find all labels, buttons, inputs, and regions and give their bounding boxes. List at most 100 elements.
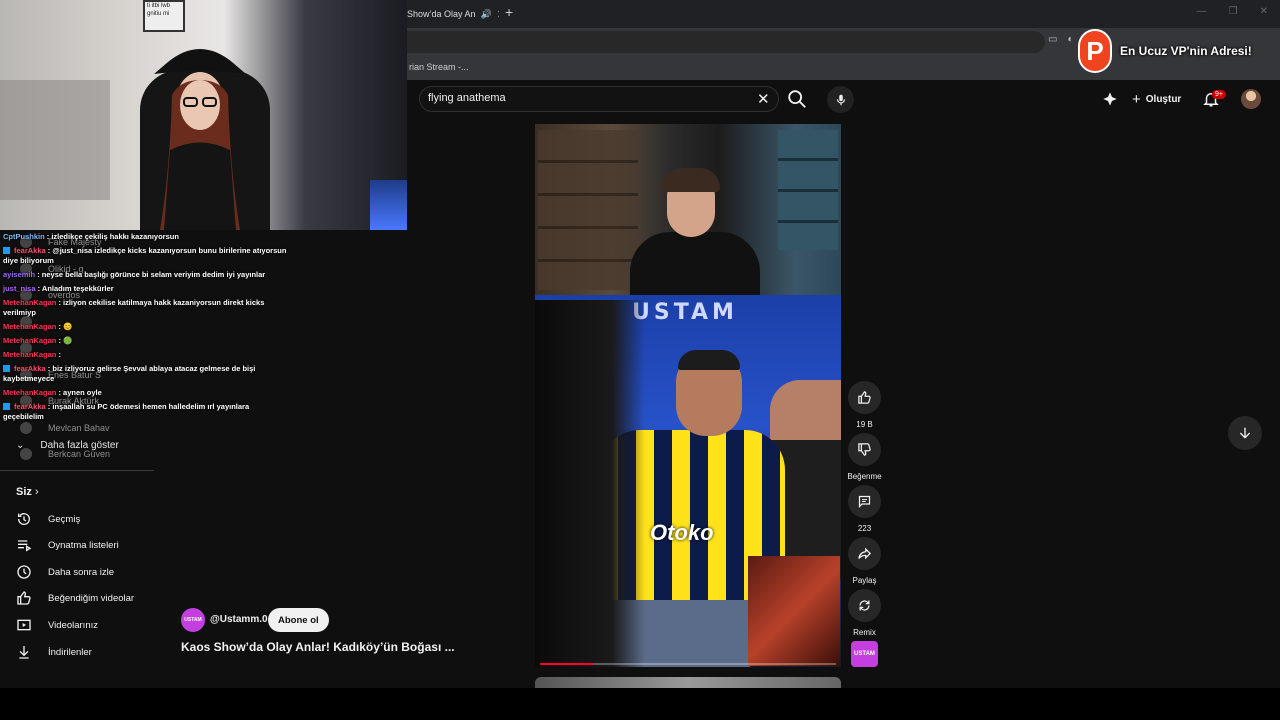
chat-username: ayisemih: [3, 270, 36, 279]
comments-button[interactable]: [848, 485, 881, 518]
channel-handle[interactable]: @Ustamm.0: [210, 614, 268, 625]
chat-username: MetehanKagan: [3, 298, 57, 307]
chat-text: : neyse bella başlığı görünce bi selam v…: [37, 270, 266, 279]
share-label: Paylaş: [852, 576, 877, 585]
vpn-ad-text: En Ucuz VP'nin Adresi!: [1120, 44, 1252, 58]
new-tab-icon[interactable]: +: [505, 4, 513, 20]
search-icon[interactable]: [786, 88, 808, 110]
subscribe-button[interactable]: Abone ol: [268, 608, 329, 632]
chat-text: : izledikçe çekiliş hakkı kazanıyorsun: [46, 232, 179, 241]
sidebar-item-label: Daha sonra izle: [48, 566, 115, 578]
video-shelf-left: [538, 130, 638, 290]
remix-action: Remix: [848, 589, 881, 637]
vpn-ad-logo: P: [1078, 29, 1112, 73]
omnibox[interactable]: [407, 31, 1045, 53]
video-streamer-body: [630, 232, 760, 295]
chat-message: just_nisa : Anladım teşekkürler: [0, 282, 292, 296]
like-action: 19 B: [848, 381, 881, 429]
mic-button[interactable]: [827, 86, 854, 113]
tab-close-icon[interactable]: ✕: [497, 8, 499, 21]
comment-action: 223: [848, 485, 881, 533]
webcam-frame-text: ti itbi lwb gnitiu mi: [147, 3, 171, 17]
chat-username: fearAkka: [14, 402, 46, 411]
chat-message: fearAkka : biz izliyoruz gelirse Şevval …: [0, 362, 292, 386]
sidebar-item-liked-videos[interactable]: Beğendiğim videolar: [16, 588, 166, 608]
chat-username: MetehanKagan: [3, 322, 57, 331]
chat-text: : Anladım teşekkürler: [37, 284, 114, 293]
maximize-icon[interactable]: ❐: [1229, 6, 1238, 17]
arrow-down-icon: [1239, 427, 1251, 439]
video-dark-figure: [535, 300, 645, 667]
chat-text: : 🟢: [58, 336, 73, 345]
dislike-label: Beğenme: [847, 472, 882, 481]
chevron-down-icon: ⌄: [16, 440, 25, 451]
video-man-hair: [678, 350, 740, 370]
browser-tabstrip: [407, 0, 1280, 28]
like-count: 19 B: [856, 420, 873, 429]
chat-username: MetehanKagan: [3, 336, 57, 345]
tab-audio-icon[interactable]: 🔊: [481, 9, 492, 20]
user-avatar[interactable]: [1241, 89, 1261, 109]
sidebar-item-label: Videolarınız: [48, 619, 98, 631]
create-button[interactable]: + Oluştur: [1132, 91, 1181, 108]
share-action: Paylaş: [848, 537, 881, 585]
you-section-title[interactable]: Siz ›: [16, 486, 39, 498]
show-more-label: Daha fazla göster: [40, 440, 119, 451]
show-more-button[interactable]: ⌄ Daha fazla göster: [16, 440, 119, 451]
bookmarks-bar: rian Stream -...: [407, 56, 1280, 80]
clear-search-icon[interactable]: ✕: [757, 90, 770, 108]
sidebar-item-your-videos[interactable]: Videolarınız: [16, 615, 166, 635]
chat-message: MetehanKagan : 😊: [0, 320, 292, 334]
webcam-overlay: ti itbi lwb gnitiu mi: [0, 0, 407, 230]
share-icon: [858, 547, 872, 560]
chat-username: MetehanKagan: [3, 388, 57, 397]
bookmark-item[interactable]: rian Stream -...: [409, 62, 469, 72]
cast-icon[interactable]: ▭: [1048, 34, 1057, 45]
chat-message: fearAkka : @just_nisa izledikçe kicks ka…: [0, 244, 292, 268]
dislike-button[interactable]: [848, 433, 881, 466]
minimize-icon[interactable]: —: [1197, 6, 1207, 17]
sidebar-item-label: İndirilenler: [48, 646, 92, 658]
sidebar-item-watch-later[interactable]: Daha sonra izle: [16, 562, 166, 582]
video-shelf-right: [778, 130, 838, 250]
plus-icon: +: [1132, 91, 1141, 108]
video-jersey-text: Otoko: [650, 520, 714, 545]
bottom-black-bar: [0, 688, 1280, 720]
thumbs-down-icon: [858, 443, 871, 456]
tab-title: Show’da Olay An: [407, 9, 476, 19]
like-button[interactable]: [848, 381, 881, 414]
share-button[interactable]: [848, 537, 881, 570]
downloads-icon: [19, 646, 29, 659]
chat-message: CptPushkin : izledikçe çekiliş hakkı kaz…: [0, 230, 292, 244]
remix-icon: [859, 600, 870, 611]
stream-chat-overlay: CptPushkin : izledikçe çekiliş hakkı kaz…: [0, 230, 292, 448]
browser-tab[interactable]: Show’da Olay An 🔊 ✕: [407, 3, 499, 25]
extension-icon[interactable]: ◐: [1067, 34, 1073, 45]
next-short-button[interactable]: [1228, 416, 1262, 450]
video-title[interactable]: Kaos Show’da Olay Anlar! Kadıköy’ün Boğa…: [181, 640, 455, 654]
sidebar-item-history[interactable]: Geçmiş: [16, 509, 166, 529]
sidebar-item-downloads[interactable]: İndirilenler: [16, 642, 166, 662]
window-controls: — ❐ ✕: [1197, 6, 1268, 17]
remix-button[interactable]: [848, 589, 881, 622]
channel-avatar[interactable]: USTAM: [181, 608, 205, 632]
chat-message: ayisemih : neyse bella başlığı görünce b…: [0, 268, 292, 282]
search-input[interactable]: [428, 92, 748, 104]
your-videos-icon: [17, 619, 31, 631]
chat-text: : aynen oyle: [58, 388, 102, 397]
notification-badge: 9+: [1212, 90, 1226, 99]
video-painting: [748, 556, 840, 666]
sparkle-icon[interactable]: [1101, 91, 1119, 107]
channel-sound-thumbnail[interactable]: USTAM: [851, 641, 878, 667]
chat-text: :: [58, 350, 61, 359]
thumbs-up-icon: [858, 391, 871, 404]
chat-username: MetehanKagan: [3, 350, 57, 359]
chat-username: just_nisa: [3, 284, 36, 293]
sidebar-item-label: Beğendiğim videolar: [48, 592, 135, 604]
chat-username: CptPushkin: [3, 232, 45, 241]
chevron-right-icon: ›: [34, 486, 39, 498]
close-window-icon[interactable]: ✕: [1260, 6, 1268, 17]
sidebar-item-playlists[interactable]: Oynatma listeleri: [16, 535, 166, 555]
webcam-led-light: [370, 180, 407, 230]
chat-message: MetehanKagan : izliyon cekilise katilmay…: [0, 296, 292, 320]
